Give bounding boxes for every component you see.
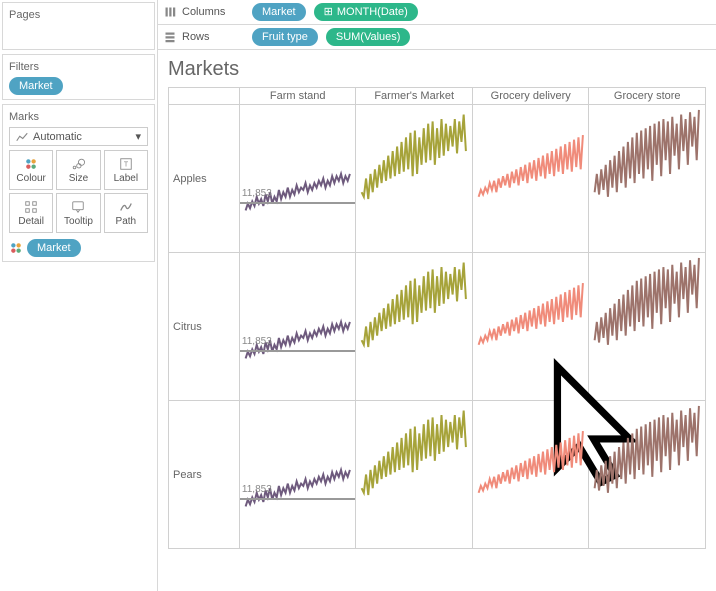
col-header[interactable]: Farm stand — [239, 88, 356, 105]
colour-icon — [9, 241, 23, 255]
baseline-label: 11,853 — [242, 188, 272, 199]
filter-pill-label: Market — [19, 80, 53, 92]
columns-icon — [164, 6, 176, 18]
row-header[interactable]: Citrus — [169, 253, 240, 401]
filters-panel: Filters Market — [2, 54, 155, 100]
filters-title: Filters — [9, 59, 148, 77]
chevron-down-icon: ▾ — [135, 130, 141, 143]
tooltip-button[interactable]: Tooltip — [56, 193, 100, 233]
sparkline — [473, 401, 589, 548]
plus-icon: ⊞ — [324, 5, 333, 18]
pages-panel: Pages — [2, 2, 155, 50]
pill-label: SUM(Values) — [336, 31, 401, 43]
pill-label: Market — [262, 6, 296, 18]
baseline — [240, 202, 356, 204]
detail-icon — [24, 200, 38, 214]
baseline — [240, 350, 356, 352]
detail-label: Detail — [18, 216, 44, 227]
chart-cell[interactable] — [589, 401, 706, 549]
pill-label: Fruit type — [262, 31, 308, 43]
row-header[interactable]: Pears — [169, 401, 240, 549]
baseline — [240, 498, 356, 500]
colour-button[interactable]: Colour — [9, 150, 53, 190]
chart-cell[interactable] — [356, 401, 473, 549]
rows-icon — [164, 31, 176, 43]
path-icon — [119, 200, 133, 214]
chart-title: Markets — [168, 58, 706, 81]
sparkline — [356, 253, 472, 400]
col-header[interactable]: Grocery store — [589, 88, 706, 105]
chart-cell[interactable]: 11,853 — [239, 105, 356, 253]
size-button[interactable]: Size — [56, 150, 100, 190]
sparkline — [356, 105, 472, 252]
rows-label: Rows — [182, 31, 210, 43]
detail-button[interactable]: Detail — [9, 193, 53, 233]
col-header[interactable]: Grocery delivery — [472, 88, 589, 105]
chart-cell[interactable]: 11,853 — [239, 401, 356, 549]
sparkline — [240, 401, 356, 548]
baseline-label: 11,853 — [242, 484, 272, 495]
rows-shelf[interactable]: Rows Fruit type SUM(Values) — [158, 25, 716, 49]
svg-text:T: T — [124, 161, 129, 168]
size-icon — [71, 157, 85, 171]
sparkline — [473, 105, 589, 252]
chart-area: Markets Farm stand Farmer's Market Groce… — [158, 50, 716, 591]
row-pill-sum[interactable]: SUM(Values) — [326, 28, 411, 46]
colour-label: Colour — [16, 173, 45, 184]
chart-cell[interactable]: 11,853 — [239, 253, 356, 401]
col-pill-month[interactable]: ⊞ MONTH(Date) — [314, 3, 418, 21]
columns-label: Columns — [182, 6, 225, 18]
line-icon — [16, 131, 28, 143]
chart-cell[interactable] — [356, 105, 473, 253]
marks-panel: Marks Automatic ▾ Colour Size T Label Det… — [2, 104, 155, 262]
baseline-label: 11,853 — [242, 336, 272, 347]
sparkline — [240, 105, 356, 252]
marks-type-select[interactable]: Automatic ▾ — [9, 127, 148, 146]
sparkline — [240, 253, 356, 400]
col-pill-market[interactable]: Market — [252, 3, 306, 21]
row-pill-fruit[interactable]: Fruit type — [252, 28, 318, 46]
marks-colour-pill-label: Market — [37, 242, 71, 254]
tooltip-label: Tooltip — [64, 216, 93, 227]
pages-title: Pages — [9, 7, 148, 25]
trellis-grid: Farm stand Farmer's Market Grocery deliv… — [168, 87, 706, 549]
pill-label: MONTH(Date) — [337, 6, 408, 18]
chart-cell[interactable] — [472, 253, 589, 401]
chart-cell[interactable] — [589, 105, 706, 253]
row-header[interactable]: Apples — [169, 105, 240, 253]
chart-cell[interactable] — [356, 253, 473, 401]
sparkline — [589, 105, 705, 252]
marks-mode-label: Automatic — [33, 131, 82, 143]
label-label: Label — [114, 173, 138, 184]
tooltip-icon — [71, 200, 85, 214]
sparkline — [589, 401, 705, 548]
filter-pill-market[interactable]: Market — [9, 77, 63, 95]
path-label: Path — [116, 216, 137, 227]
corner-header — [169, 88, 240, 105]
marks-colour-pill[interactable]: Market — [27, 239, 81, 257]
colour-icon — [24, 157, 38, 171]
chart-cell[interactable] — [589, 253, 706, 401]
path-button[interactable]: Path — [104, 193, 148, 233]
sparkline — [589, 253, 705, 400]
size-label: Size — [69, 173, 88, 184]
columns-shelf[interactable]: Columns Market ⊞ MONTH(Date) — [158, 0, 716, 25]
chart-cell[interactable] — [472, 401, 589, 549]
label-button[interactable]: T Label — [104, 150, 148, 190]
marks-title: Marks — [9, 109, 148, 127]
label-icon: T — [119, 157, 133, 171]
col-header[interactable]: Farmer's Market — [356, 88, 473, 105]
chart-cell[interactable] — [472, 105, 589, 253]
shelves: Columns Market ⊞ MONTH(Date) Rows Fruit t… — [158, 0, 716, 50]
sparkline — [356, 401, 472, 548]
